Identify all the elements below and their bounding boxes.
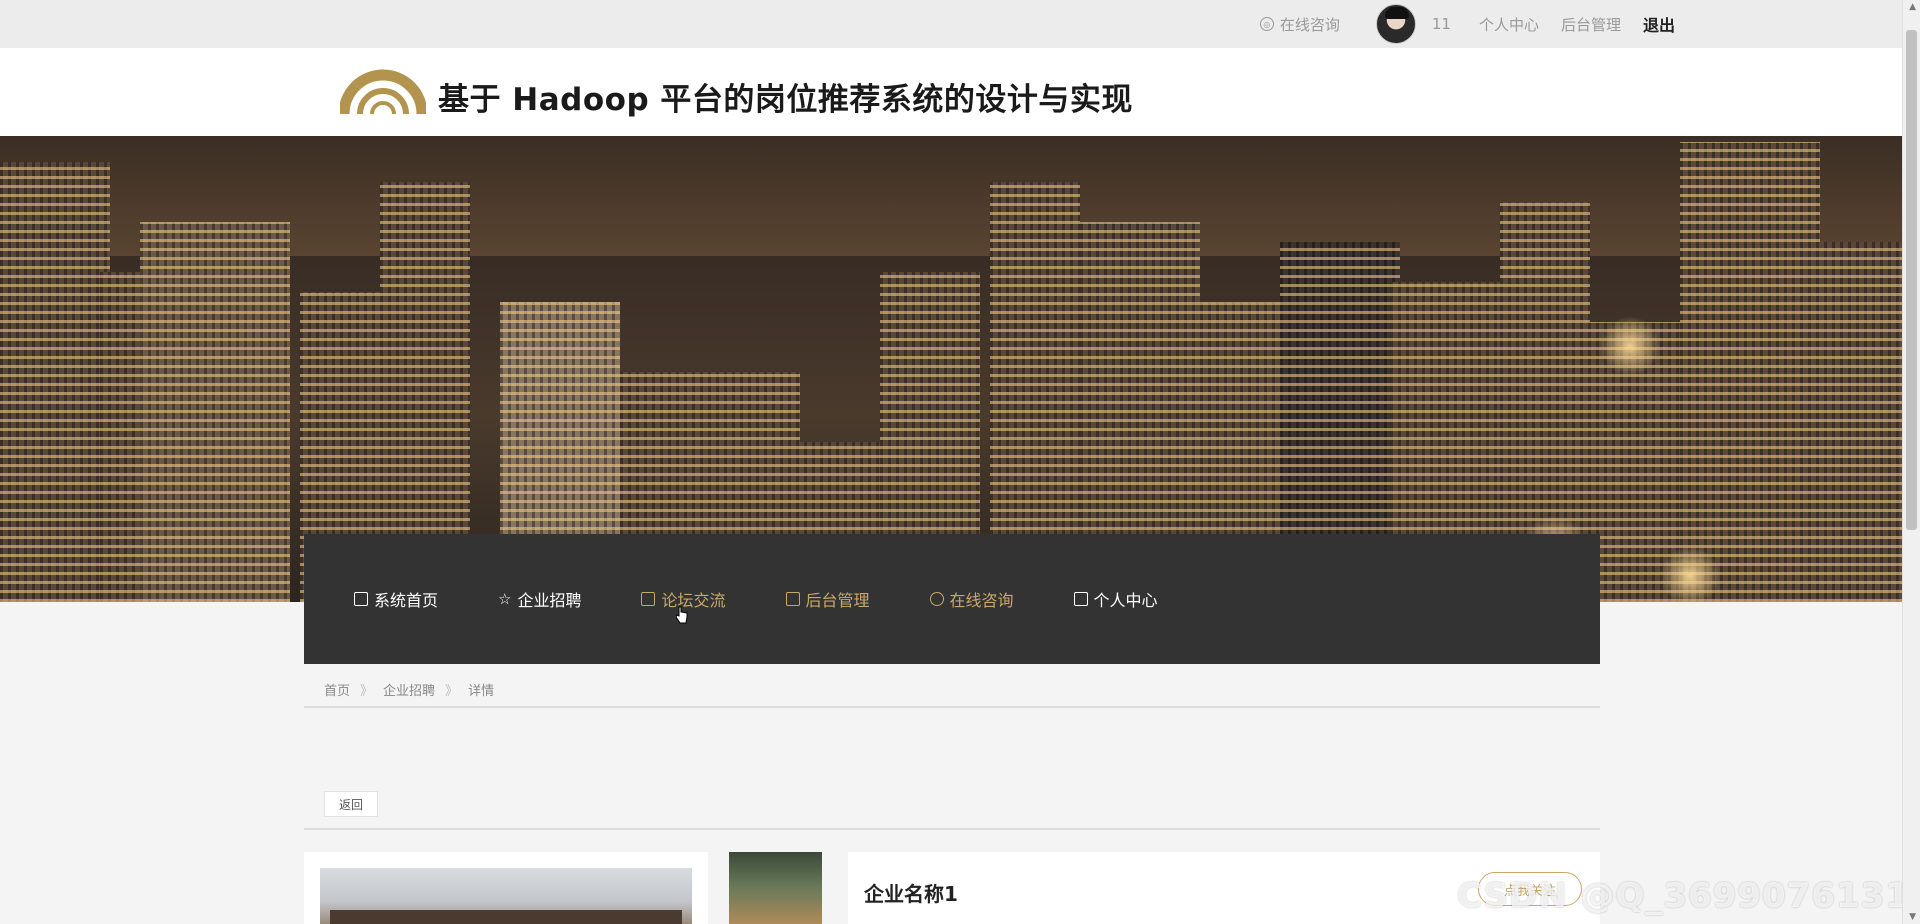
breadcrumb-home[interactable]: 首页 xyxy=(324,680,350,699)
scroll-thumb[interactable] xyxy=(1906,30,1917,530)
office-desk xyxy=(330,910,682,924)
nav-item-label: 后台管理 xyxy=(805,591,870,610)
nav-item-label: 个人中心 xyxy=(1093,591,1158,610)
hand-cursor-icon xyxy=(676,606,688,624)
company-image-card xyxy=(304,852,708,924)
breadcrumb: 首页 》 企业招聘 》 详情 xyxy=(324,680,494,699)
nav-item-label: 企业招聘 xyxy=(517,591,582,610)
site-header: 基于 Hadoop 平台的岗位推荐系统的设计与实现 xyxy=(0,48,1902,136)
nav-item-label: 系统首页 xyxy=(374,591,439,610)
chat-icon: ◎ xyxy=(1259,17,1274,31)
breadcrumb-divider xyxy=(304,706,1600,708)
back-button[interactable]: 返回 xyxy=(324,791,378,817)
nav-item-consult[interactable]: 在线咨询 xyxy=(929,587,1014,611)
nav-item-personal-center[interactable]: 个人中心 xyxy=(1073,587,1158,611)
banner-building xyxy=(1800,242,1902,602)
company-main-image xyxy=(320,868,692,924)
top-admin-link[interactable]: 后台管理 xyxy=(1561,14,1621,35)
nav-item-recruitment[interactable]: ☆ 企业招聘 xyxy=(498,587,581,611)
scroll-up-icon[interactable]: ▲ xyxy=(1909,2,1916,12)
page-scrollbar[interactable]: ▲ ▼ xyxy=(1902,0,1920,924)
logout-link[interactable]: 退出 xyxy=(1643,12,1675,36)
user-icon xyxy=(929,592,944,606)
banner-building xyxy=(1680,142,1820,602)
top-bar: ◎ 在线咨询 11 个人中心 后台管理 退出 xyxy=(0,0,1902,48)
watermark: CSDN @Q_3699076131 xyxy=(1456,876,1910,916)
nav-item-admin[interactable]: 后台管理 xyxy=(785,587,870,611)
nav-item-home[interactable]: 系统首页 xyxy=(354,587,438,611)
nav-item-label: 在线咨询 xyxy=(949,591,1014,610)
banner-image xyxy=(0,136,1902,602)
site-title: 基于 Hadoop 平台的岗位推荐系统的设计与实现 xyxy=(438,82,1133,118)
star-icon: ☆ xyxy=(498,590,512,608)
banner-light xyxy=(1600,316,1660,376)
bag-icon xyxy=(641,592,656,606)
banner-light xyxy=(1660,546,1720,602)
section-divider xyxy=(304,828,1600,830)
banner-building xyxy=(140,222,290,602)
top-personal-center-link[interactable]: 个人中心 xyxy=(1479,14,1539,35)
top-bar-links: ◎ 在线咨询 11 个人中心 后台管理 退出 xyxy=(1259,0,1675,48)
breadcrumb-separator: 》 xyxy=(445,684,459,699)
main-nav: 系统首页 ☆ 企业招聘 论坛交流 后台管理 在线咨询 个人中心 xyxy=(304,534,1600,664)
banner-building xyxy=(0,162,110,602)
top-consult-label: 在线咨询 xyxy=(1279,15,1340,34)
breadcrumb-detail: 详情 xyxy=(468,684,495,699)
company-thumbnail[interactable] xyxy=(729,852,822,924)
top-consult-link[interactable]: ◎ 在线咨询 xyxy=(1259,14,1340,35)
username: 11 xyxy=(1431,15,1451,33)
home-icon xyxy=(354,592,368,606)
breadcrumb-recruitment[interactable]: 企业招聘 xyxy=(383,680,435,699)
list-icon xyxy=(785,592,800,606)
scroll-down-icon[interactable]: ▼ xyxy=(1909,912,1916,922)
home-icon xyxy=(1073,592,1088,606)
site-logo xyxy=(340,69,426,115)
nav-item-label: 论坛交流 xyxy=(661,591,726,610)
breadcrumb-separator: 》 xyxy=(360,684,374,699)
company-name: 企业名称1 xyxy=(864,882,958,906)
avatar[interactable] xyxy=(1375,4,1416,44)
